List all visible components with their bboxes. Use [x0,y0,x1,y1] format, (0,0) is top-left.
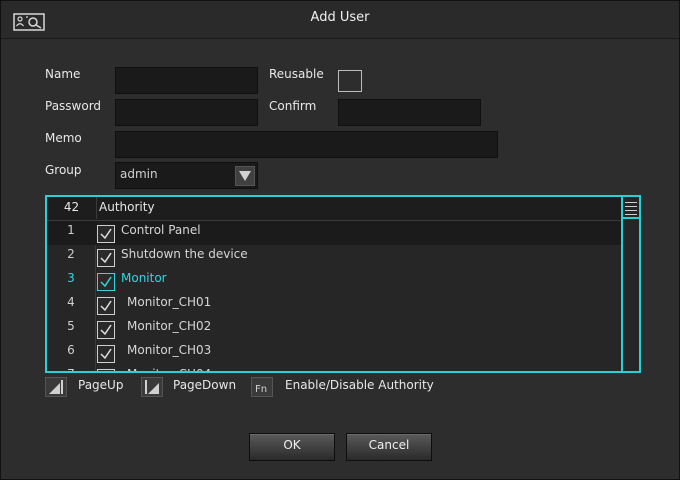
row-label: Monitor_CH02 [127,319,212,333]
function-key-icon: Fn [255,384,267,394]
page-up-icon [49,380,63,394]
cancel-button[interactable]: Cancel [346,433,432,461]
dropdown-button[interactable] [235,166,255,186]
group-value: admin [120,167,158,181]
row-label: Monitor_CH03 [127,343,212,357]
ok-button[interactable]: OK [249,433,335,461]
table-row[interactable]: 3 Monitor [47,269,621,293]
name-label: Name [45,67,81,81]
table-header: 42 Authority [47,197,621,221]
check-icon [100,276,112,288]
confirm-label: Confirm [269,99,317,113]
menu-line-icon [625,210,637,211]
row-number: 1 [67,223,75,237]
page-down-button[interactable] [141,377,163,397]
table-row[interactable]: 1 Control Panel [47,221,621,245]
check-icon [100,228,112,240]
page-up-button[interactable] [45,377,67,397]
svg-text:Fn: Fn [255,384,267,394]
check-icon [100,252,112,264]
row-checkbox[interactable] [97,297,115,315]
reusable-label: Reusable [269,67,324,81]
group-select[interactable]: admin [115,162,258,189]
row-label: Shutdown the device [121,247,248,261]
row-number: 2 [67,247,75,261]
page-down-icon [145,380,159,394]
row-label: Control Panel [121,223,201,237]
memo-label: Memo [45,131,82,145]
triangle-down-icon [239,171,251,181]
menu-line-icon [625,206,637,207]
table-row[interactable]: 5 Monitor_CH02 [47,317,621,341]
row-number: 3 [67,271,75,285]
dialog-title: Add User [310,10,370,25]
scroll-menu-button[interactable] [623,197,639,219]
enable-disable-label: Enable/Disable Authority [285,378,434,392]
check-icon [99,371,113,373]
authority-table: 42 Authority 1 Control Panel 2 Shutdown … [45,195,641,373]
check-icon [100,324,112,336]
memo-input[interactable] [115,131,498,158]
row-label: Monitor_CH01 [127,295,212,309]
row-number: 6 [67,343,75,357]
password-label: Password [45,99,102,113]
confirm-input[interactable] [338,99,481,126]
table-scrollbar[interactable] [621,197,639,371]
row-checkbox[interactable] [97,249,115,267]
menu-line-icon [625,214,637,215]
password-input[interactable] [115,99,258,126]
row-checkbox[interactable] [97,369,115,373]
table-row[interactable]: 2 Shutdown the device [47,245,621,269]
authority-rows: 1 Control Panel 2 Shutdown the device 3 … [47,221,621,371]
authority-header: Authority [99,200,155,214]
table-row[interactable]: 7 Monitor_CH04 [47,365,621,373]
reusable-checkbox[interactable] [338,70,362,92]
name-input[interactable] [115,67,258,94]
table-row[interactable]: 6 Monitor_CH03 [47,341,621,365]
group-label: Group [45,163,82,177]
table-row[interactable]: 4 Monitor_CH01 [47,293,621,317]
menu-line-icon [625,202,637,203]
title-bar: Add User [1,1,679,39]
row-checkbox[interactable] [97,273,115,291]
page-down-label: PageDown [173,378,237,392]
row-checkbox[interactable] [97,345,115,363]
row-checkbox[interactable] [97,225,115,243]
check-icon [100,300,112,312]
row-number: 7 [47,365,95,371]
row-checkbox[interactable] [97,321,115,339]
page-up-label: PageUp [78,378,124,392]
row-label: Monitor [121,271,167,285]
row-number: 4 [67,295,75,309]
row-number: 5 [67,319,75,333]
enable-disable-button[interactable]: Fn [251,377,273,397]
row-label: Monitor_CH04 [127,365,211,371]
check-icon [100,348,112,360]
authority-count: 42 [47,197,97,219]
add-user-dialog: Add User Name Reusable Password Confirm … [0,0,680,480]
